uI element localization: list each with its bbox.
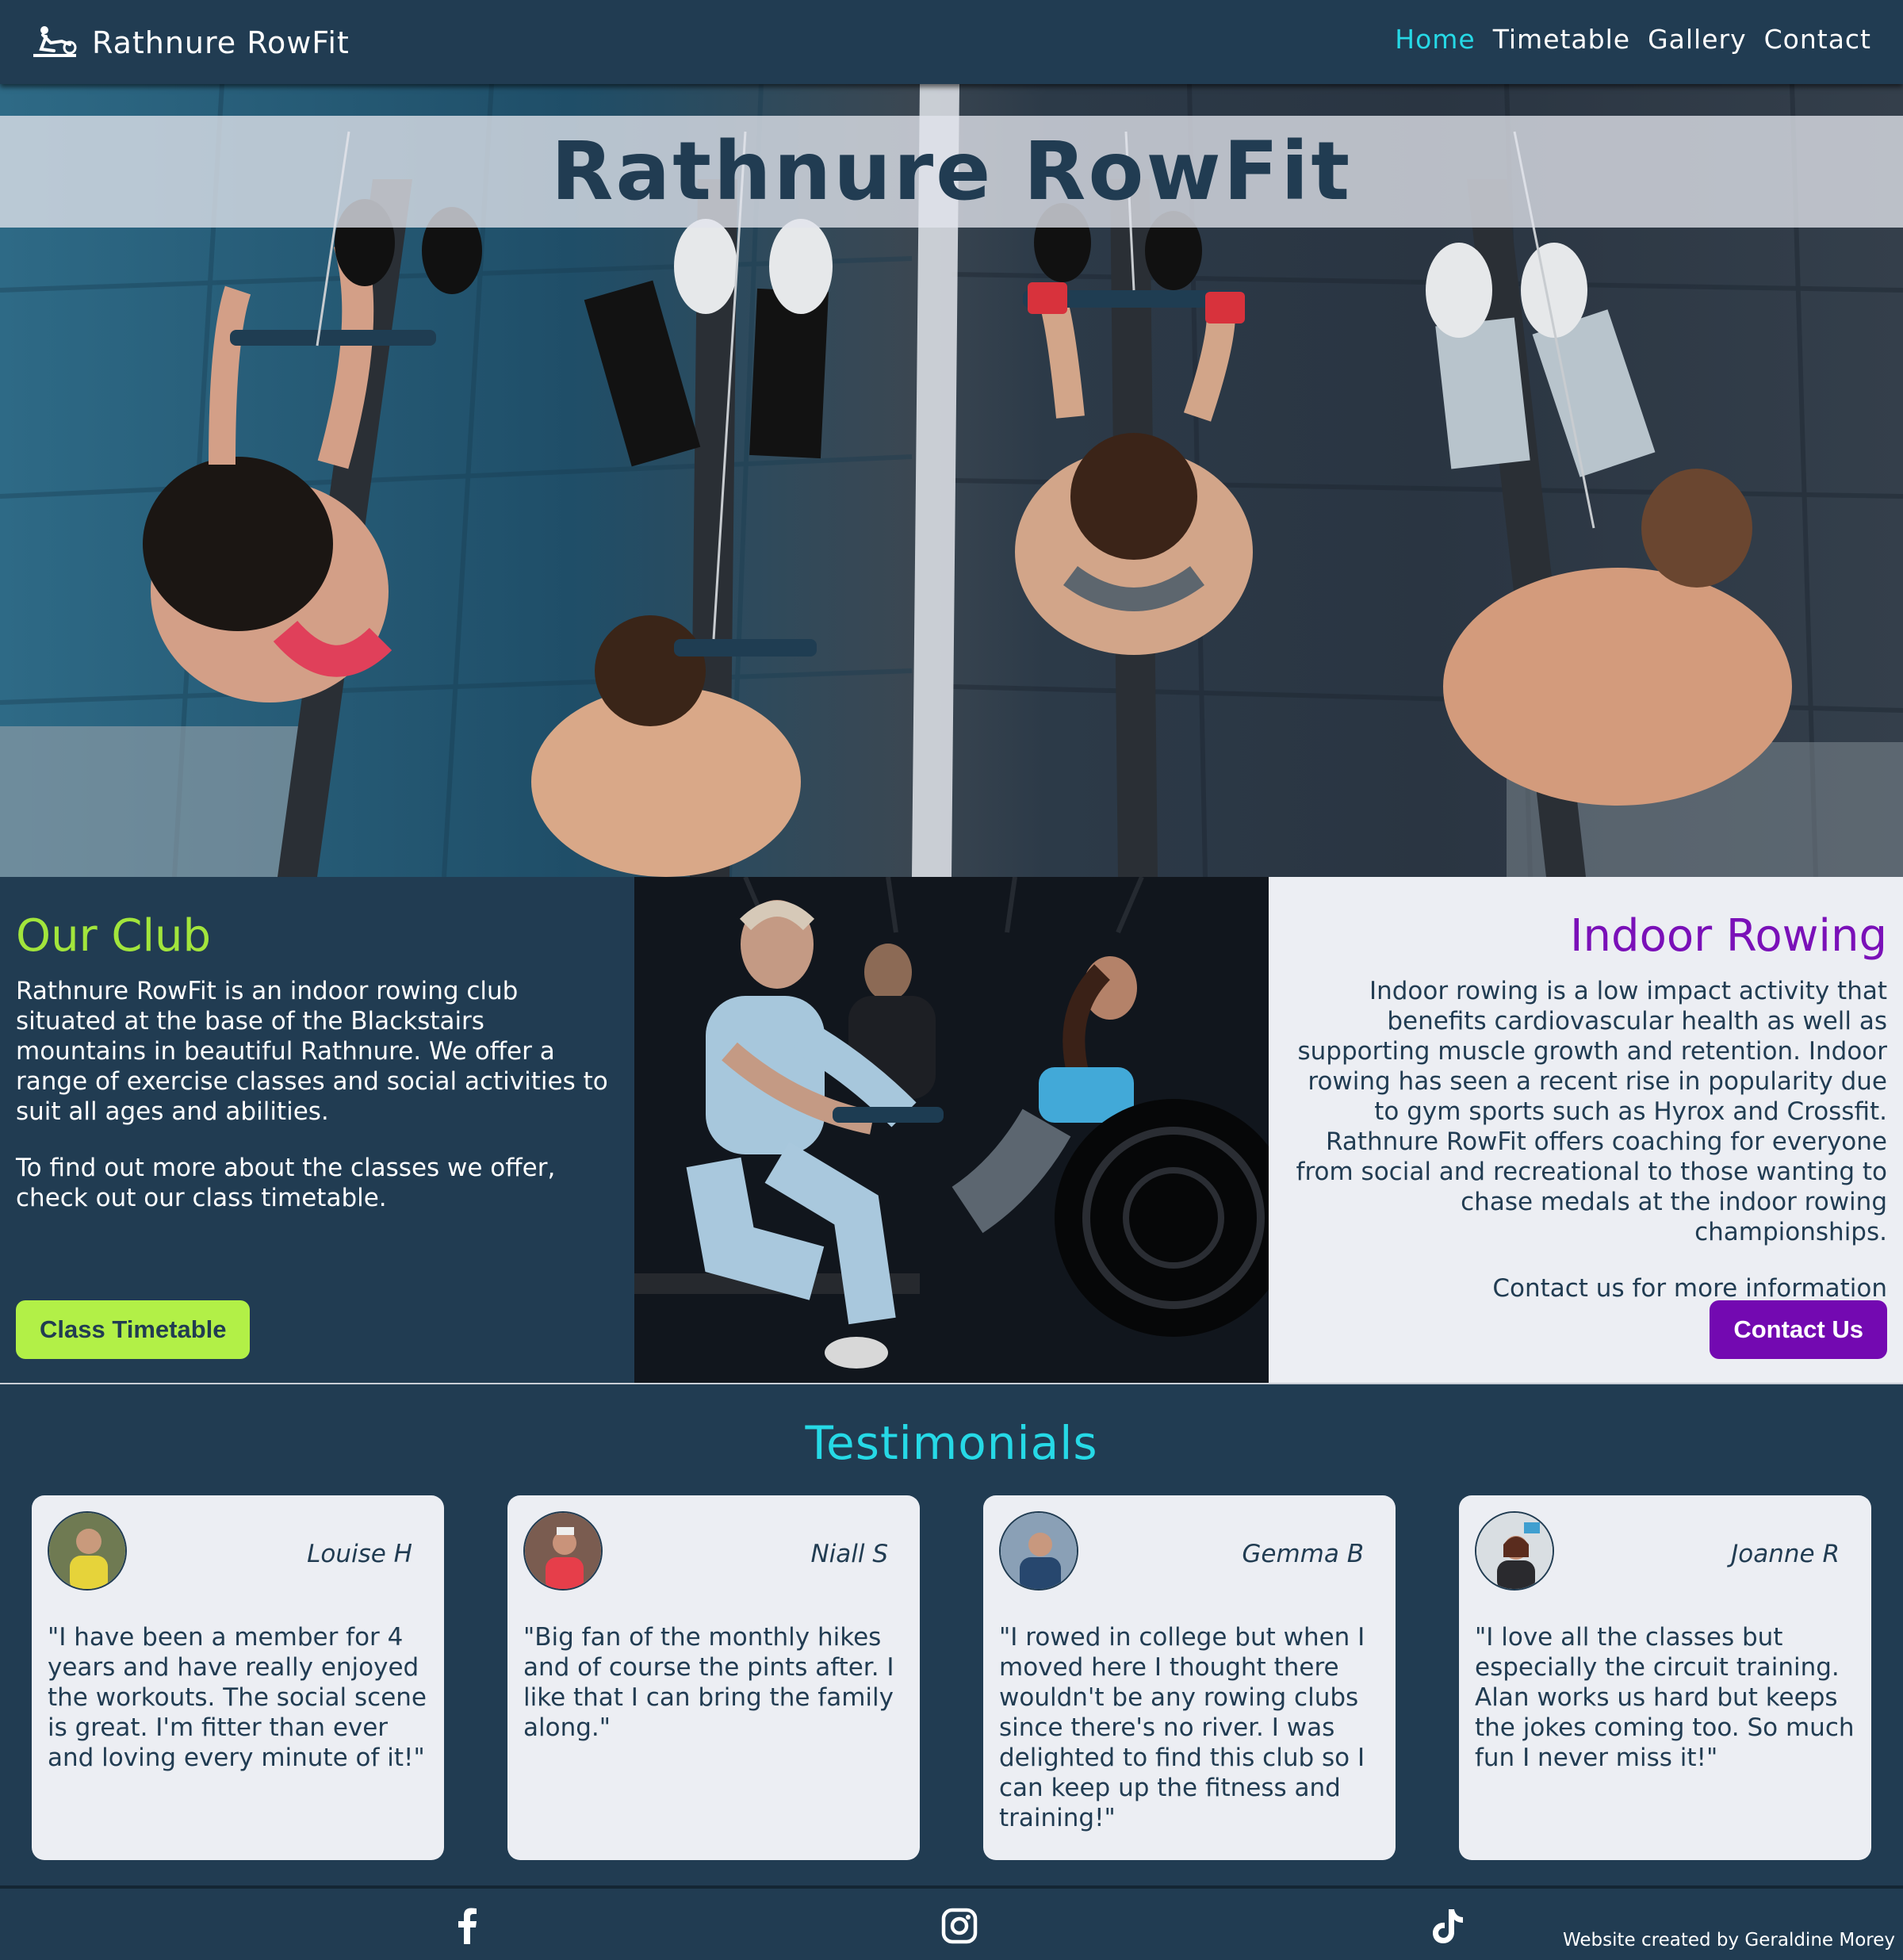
indoor-rowing-panel: Indoor Rowing Indoor rowing is a low imp…	[1269, 877, 1903, 1383]
testimonial-author: Niall S	[810, 1540, 888, 1568]
testimonial-card: Joanne R "I love all the classes but esp…	[1459, 1495, 1871, 1860]
info-row: Our Club Rathnure RowFit is an indoor ro…	[0, 877, 1903, 1383]
testimonial-quote: "Big fan of the monthly hikes and of cou…	[523, 1623, 894, 1742]
nav-timetable[interactable]: Timetable	[1493, 24, 1630, 55]
avatar	[1475, 1511, 1554, 1591]
our-club-text: Rathnure RowFit is an indoor rowing club…	[16, 977, 608, 1126]
facebook-icon[interactable]	[448, 1906, 488, 1946]
main-nav: Home Timetable Gallery Contact	[1395, 24, 1871, 55]
testimonial-author: Joanne R	[1731, 1540, 1840, 1568]
our-club-panel: Our Club Rathnure RowFit is an indoor ro…	[0, 877, 634, 1383]
avatar	[48, 1511, 127, 1591]
tiktok-icon[interactable]	[1427, 1906, 1467, 1946]
testimonial-quote: "I have been a member for 4 years and ha…	[48, 1623, 427, 1772]
testimonial-author: Louise H	[307, 1540, 412, 1568]
brand-link[interactable]: Rathnure RowFit	[30, 22, 350, 63]
testimonials-section: Testimonials Louise H "I have been a mem…	[0, 1383, 1903, 1885]
nav-home[interactable]: Home	[1395, 24, 1475, 55]
nav-contact[interactable]: Contact	[1764, 24, 1871, 55]
our-club-heading: Our Club	[16, 910, 212, 962]
testimonial-card: Louise H "I have been a member for 4 yea…	[32, 1495, 444, 1860]
testimonial-card: Niall S "Big fan of the monthly hikes an…	[507, 1495, 920, 1860]
testimonial-quote: "I rowed in college but when I moved her…	[999, 1623, 1365, 1832]
indoor-rowing-text: Indoor rowing is a low impact activity t…	[1296, 977, 1887, 1246]
rowing-class-image	[634, 877, 1269, 1383]
footer: Website created by Geraldine Morey	[0, 1885, 1903, 1960]
rower-icon	[33, 26, 77, 57]
class-timetable-button[interactable]: Class Timetable	[16, 1300, 251, 1359]
nav-gallery[interactable]: Gallery	[1648, 24, 1747, 55]
hero-title: Rathnure RowFit	[550, 124, 1353, 219]
rowing-class-photo	[634, 877, 1269, 1383]
hero-banner: Rathnure RowFit	[0, 116, 1903, 228]
avatar	[523, 1511, 603, 1591]
testimonial-author: Gemma B	[1242, 1540, 1364, 1568]
contact-info-text: Contact us for more information	[1492, 1274, 1887, 1303]
contact-us-button[interactable]: Contact Us	[1710, 1300, 1887, 1359]
brand-name: Rathnure RowFit	[92, 25, 350, 60]
hero-section: Rathnure RowFit	[0, 84, 1903, 877]
indoor-rowing-heading: Indoor Rowing	[1570, 910, 1887, 962]
testimonial-card: Gemma B "I rowed in college but when I m…	[983, 1495, 1396, 1860]
testimonial-quote: "I love all the classes but especially t…	[1475, 1623, 1855, 1772]
testimonials-heading: Testimonials	[805, 1416, 1098, 1470]
our-club-timetable-text: To find out more about the classes we of…	[16, 1154, 556, 1212]
avatar	[999, 1511, 1078, 1591]
footer-credit: Website created by Geraldine Morey	[1562, 1930, 1895, 1950]
navbar: Rathnure RowFit Home Timetable Gallery C…	[0, 0, 1903, 84]
instagram-icon[interactable]	[940, 1906, 979, 1946]
